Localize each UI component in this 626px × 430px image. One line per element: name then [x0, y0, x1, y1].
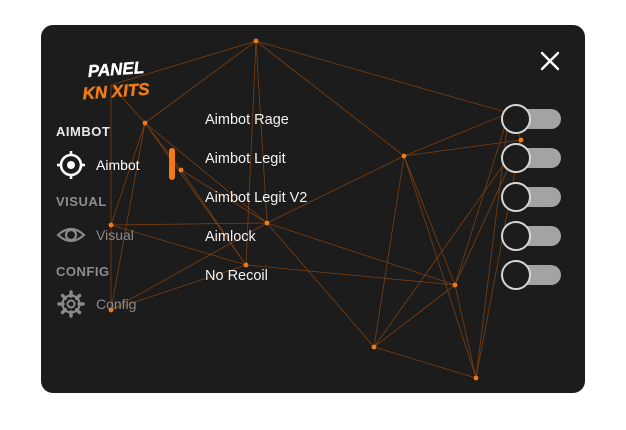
section-title-visual: VISUAL: [56, 194, 107, 209]
option-label-no-recoil: No Recoil: [205, 268, 268, 284]
option-label-aimbot-legit-v2: Aimbot Legit V2: [205, 190, 308, 206]
option-label-aimlock: Aimlock: [205, 229, 256, 245]
option-label-aimbot-legit: Aimbot Legit: [205, 151, 286, 167]
sidebar-item-label: Aimbot: [96, 157, 140, 173]
sidebar-item-label: Visual: [96, 227, 134, 243]
logo-line-1: PANEL: [87, 58, 145, 81]
active-indicator: [169, 148, 175, 180]
close-button[interactable]: [538, 49, 562, 73]
sidebar-item-label: Config: [96, 296, 137, 312]
crosshair-icon: [56, 150, 86, 180]
toggle-knob: [501, 143, 531, 173]
section-title-aimbot: AIMBOT: [56, 124, 111, 139]
toggle-aimbot-legit[interactable]: [501, 143, 561, 173]
toggle-knob: [501, 104, 531, 134]
sidebar-item-aimbot[interactable]: Aimbot: [56, 150, 140, 180]
section-title-config: CONFIG: [56, 264, 110, 279]
brand-logo: PANEL KN XITS: [81, 55, 151, 105]
toggle-knob: [501, 221, 531, 251]
close-icon: [540, 51, 560, 71]
toggle-knob: [501, 260, 531, 290]
toggle-knob: [501, 182, 531, 212]
cheat-menu-panel: PANEL KN XITS AIMBOT Aimbot VISUAL Visua…: [41, 25, 585, 393]
gear-icon: [56, 289, 86, 319]
toggle-aimlock[interactable]: [501, 221, 561, 251]
sidebar-item-visual[interactable]: Visual: [56, 220, 134, 250]
sidebar-item-config[interactable]: Config: [56, 289, 136, 319]
toggle-aimbot-rage[interactable]: [501, 104, 561, 134]
toggle-no-recoil[interactable]: [501, 260, 561, 290]
logo-line-2: KN XITS: [82, 80, 151, 104]
option-label-aimbot-rage: Aimbot Rage: [205, 112, 289, 128]
eye-icon: [56, 220, 86, 250]
toggle-aimbot-legit-v2[interactable]: [501, 182, 561, 212]
